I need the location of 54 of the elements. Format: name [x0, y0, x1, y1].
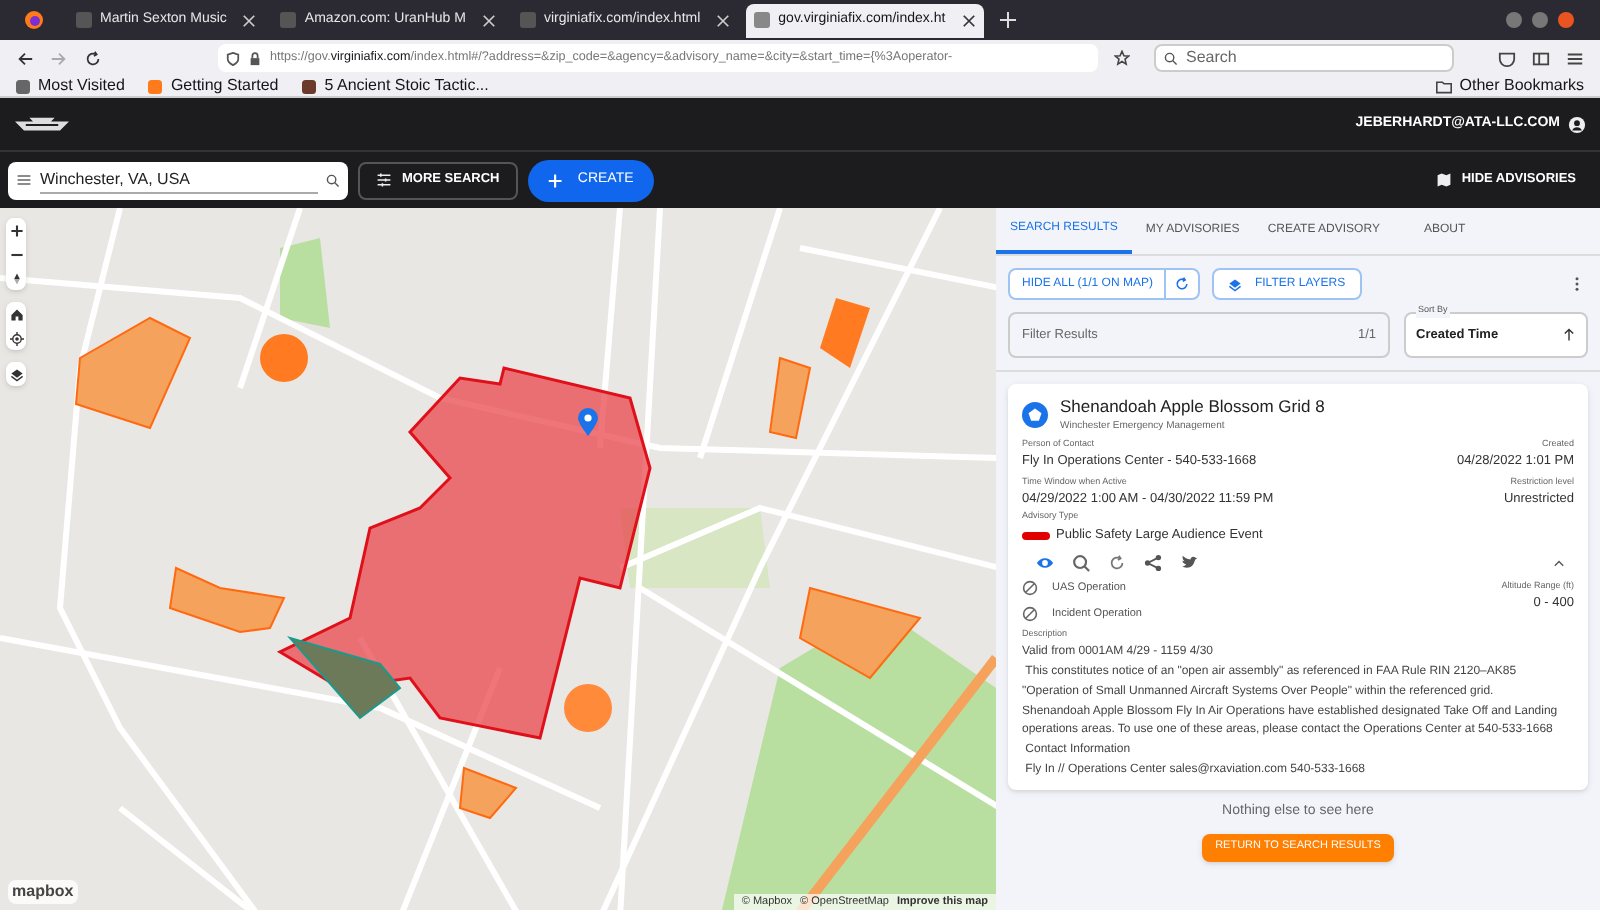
chevron-up-icon[interactable]: [1552, 555, 1566, 570]
zoom-in-icon[interactable]: [9, 223, 23, 237]
bookmark-star-icon[interactable]: [1114, 50, 1130, 66]
blocked-icon: [1022, 579, 1038, 596]
refresh-icon: [1174, 276, 1191, 292]
map-pin-icon[interactable]: [578, 408, 598, 436]
home-icon[interactable]: [9, 307, 23, 321]
location-search-field[interactable]: Winchester, VA, USA: [8, 161, 348, 199]
arrow-up-icon: [1562, 328, 1576, 342]
search-field[interactable]: Search: [1154, 44, 1454, 72]
layers-icon: [1228, 277, 1243, 291]
back-icon[interactable]: [16, 49, 34, 67]
sidebar-icon[interactable]: [1532, 49, 1550, 67]
rotate-icon[interactable]: [1108, 553, 1126, 572]
search-icon: [1164, 51, 1178, 65]
bookmark-favicon-icon: [302, 79, 317, 93]
favicon-icon: [76, 12, 92, 28]
favicon-icon: [754, 12, 771, 28]
logo-icon: [14, 115, 70, 133]
mapbox-logo[interactable]: mapbox: [8, 880, 78, 904]
pocket-icon[interactable]: [1498, 49, 1516, 67]
more-icon[interactable]: [1574, 276, 1580, 292]
bookmark-item[interactable]: Other Bookmarks: [1435, 74, 1584, 98]
new-tab-icon[interactable]: [999, 12, 1016, 28]
favicon-icon: [519, 12, 536, 28]
menu-icon[interactable]: [1566, 49, 1584, 67]
eye-icon[interactable]: [1036, 553, 1054, 572]
bookmark-item[interactable]: 5 Ancient Stoic Tactic...: [302, 74, 489, 98]
account-icon[interactable]: [1568, 115, 1586, 133]
search-icon[interactable]: [326, 173, 340, 187]
share-icon[interactable]: [1144, 553, 1162, 572]
bookmark-favicon-icon: [148, 79, 163, 93]
advisory-title: Shenandoah Apple Blossom Grid 8: [1060, 394, 1325, 420]
blocked-icon: [1022, 606, 1038, 623]
sliders-icon: [376, 172, 392, 188]
compass-icon[interactable]: [9, 271, 23, 285]
plus-icon: [547, 171, 562, 189]
search-location-icon[interactable]: [1072, 553, 1090, 572]
reload-icon[interactable]: [84, 49, 102, 67]
close-icon[interactable]: [961, 13, 976, 27]
bird-icon[interactable]: [1180, 553, 1198, 572]
advisory-color-swatch: [1022, 531, 1050, 540]
locate-icon[interactable]: [9, 331, 23, 345]
layers-icon[interactable]: [9, 367, 23, 381]
bookmark-item[interactable]: Getting Started: [148, 74, 279, 98]
folder-icon: [1435, 79, 1452, 93]
shield-icon: [226, 51, 240, 65]
bookmark-item[interactable]: Most Visited: [16, 74, 125, 98]
browser-logo-icon[interactable]: [24, 10, 44, 30]
map-icon: [1435, 172, 1452, 188]
lock-icon: [248, 51, 262, 65]
bookmark-favicon-icon: [16, 79, 30, 93]
favicon-icon: [280, 12, 297, 28]
pentagon-badge-icon: [1022, 401, 1048, 428]
